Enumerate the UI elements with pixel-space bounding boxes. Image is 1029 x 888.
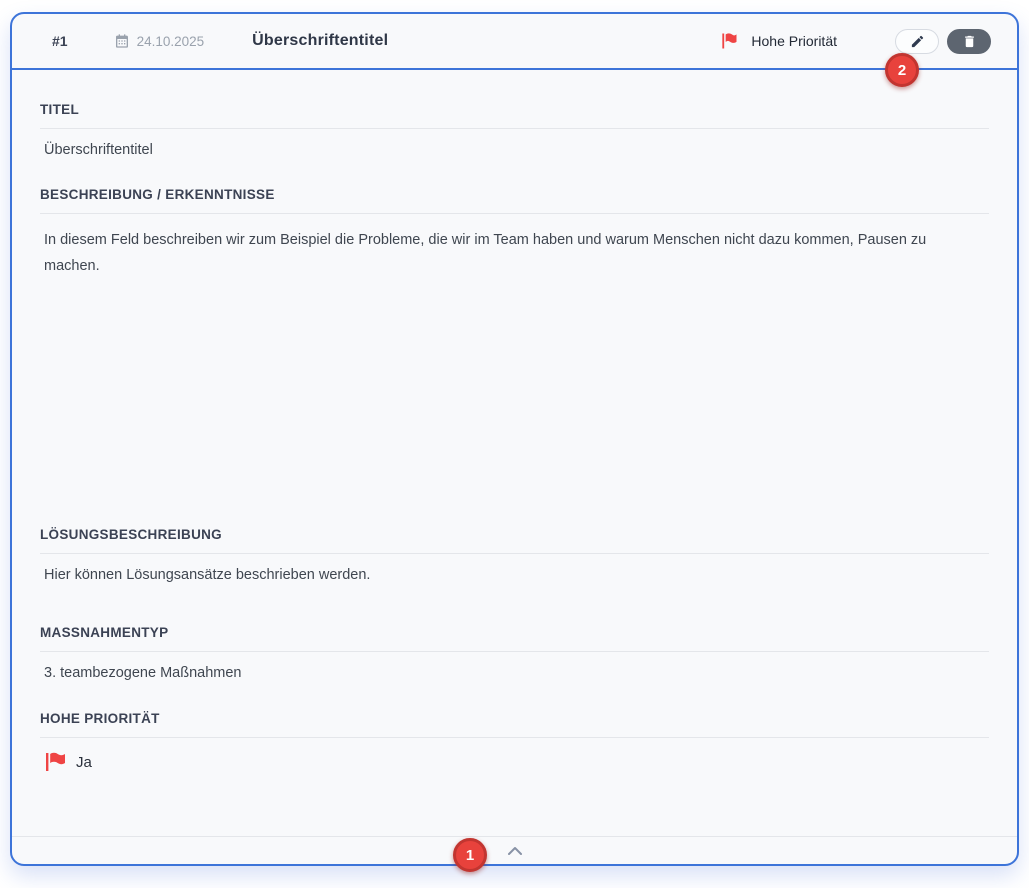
beschreibung-value: In diesem Feld beschreiben wir zum Beisp… <box>40 227 989 527</box>
trash-icon <box>962 34 977 49</box>
titel-value: Überschriftentitel <box>40 142 989 158</box>
pencil-icon <box>910 34 925 49</box>
card-title: Überschriftentitel <box>252 32 388 50</box>
divider <box>40 553 989 554</box>
card-header: #1 24.10.2025 Überschriftentitel Hohe Pr… <box>12 14 1017 70</box>
delete-button[interactable] <box>947 29 991 54</box>
section-label-beschreibung: BESCHREIBUNG / ERKENNTNISSE <box>40 158 989 202</box>
section-label-loesung: LÖSUNGSBESCHREIBUNG <box>40 527 989 542</box>
divider <box>40 651 989 652</box>
detail-card: #1 24.10.2025 Überschriftentitel Hohe Pr… <box>10 12 1019 866</box>
annotation-badge-1: 1 <box>453 838 487 872</box>
loesung-value: Hier können Lösungsansätze beschrieben w… <box>40 567 989 625</box>
date-group: 24.10.2025 <box>114 33 205 49</box>
massnahmentyp-value: 3. teambezogene Maßnahmen <box>40 665 989 681</box>
issue-number: #1 <box>52 33 68 49</box>
flag-icon <box>719 31 739 51</box>
edit-button[interactable] <box>895 29 939 54</box>
prioritaet-value: Ja <box>76 754 92 771</box>
flag-icon <box>42 750 66 774</box>
section-label-titel: TITEL <box>40 70 989 117</box>
annotation-badge-2: 2 <box>885 53 919 87</box>
section-label-prioritaet: HOHE PRIORITÄT <box>40 681 989 726</box>
collapse-button[interactable] <box>495 838 535 864</box>
calendar-icon <box>114 33 130 49</box>
divider <box>40 737 989 738</box>
date-value: 24.10.2025 <box>137 34 205 49</box>
section-label-massnahmentyp: MASSNAHMENTYP <box>40 625 989 640</box>
priority-label: Hohe Priorität <box>751 33 837 49</box>
divider <box>40 213 989 214</box>
divider <box>40 128 989 129</box>
card-footer <box>12 836 1017 864</box>
chevron-up-icon <box>507 846 523 856</box>
priority-indicator: Hohe Priorität <box>719 31 837 51</box>
header-actions <box>895 29 991 54</box>
prioritaet-value-row: Ja <box>40 750 989 774</box>
card-body: TITEL Überschriftentitel BESCHREIBUNG / … <box>12 70 1017 774</box>
